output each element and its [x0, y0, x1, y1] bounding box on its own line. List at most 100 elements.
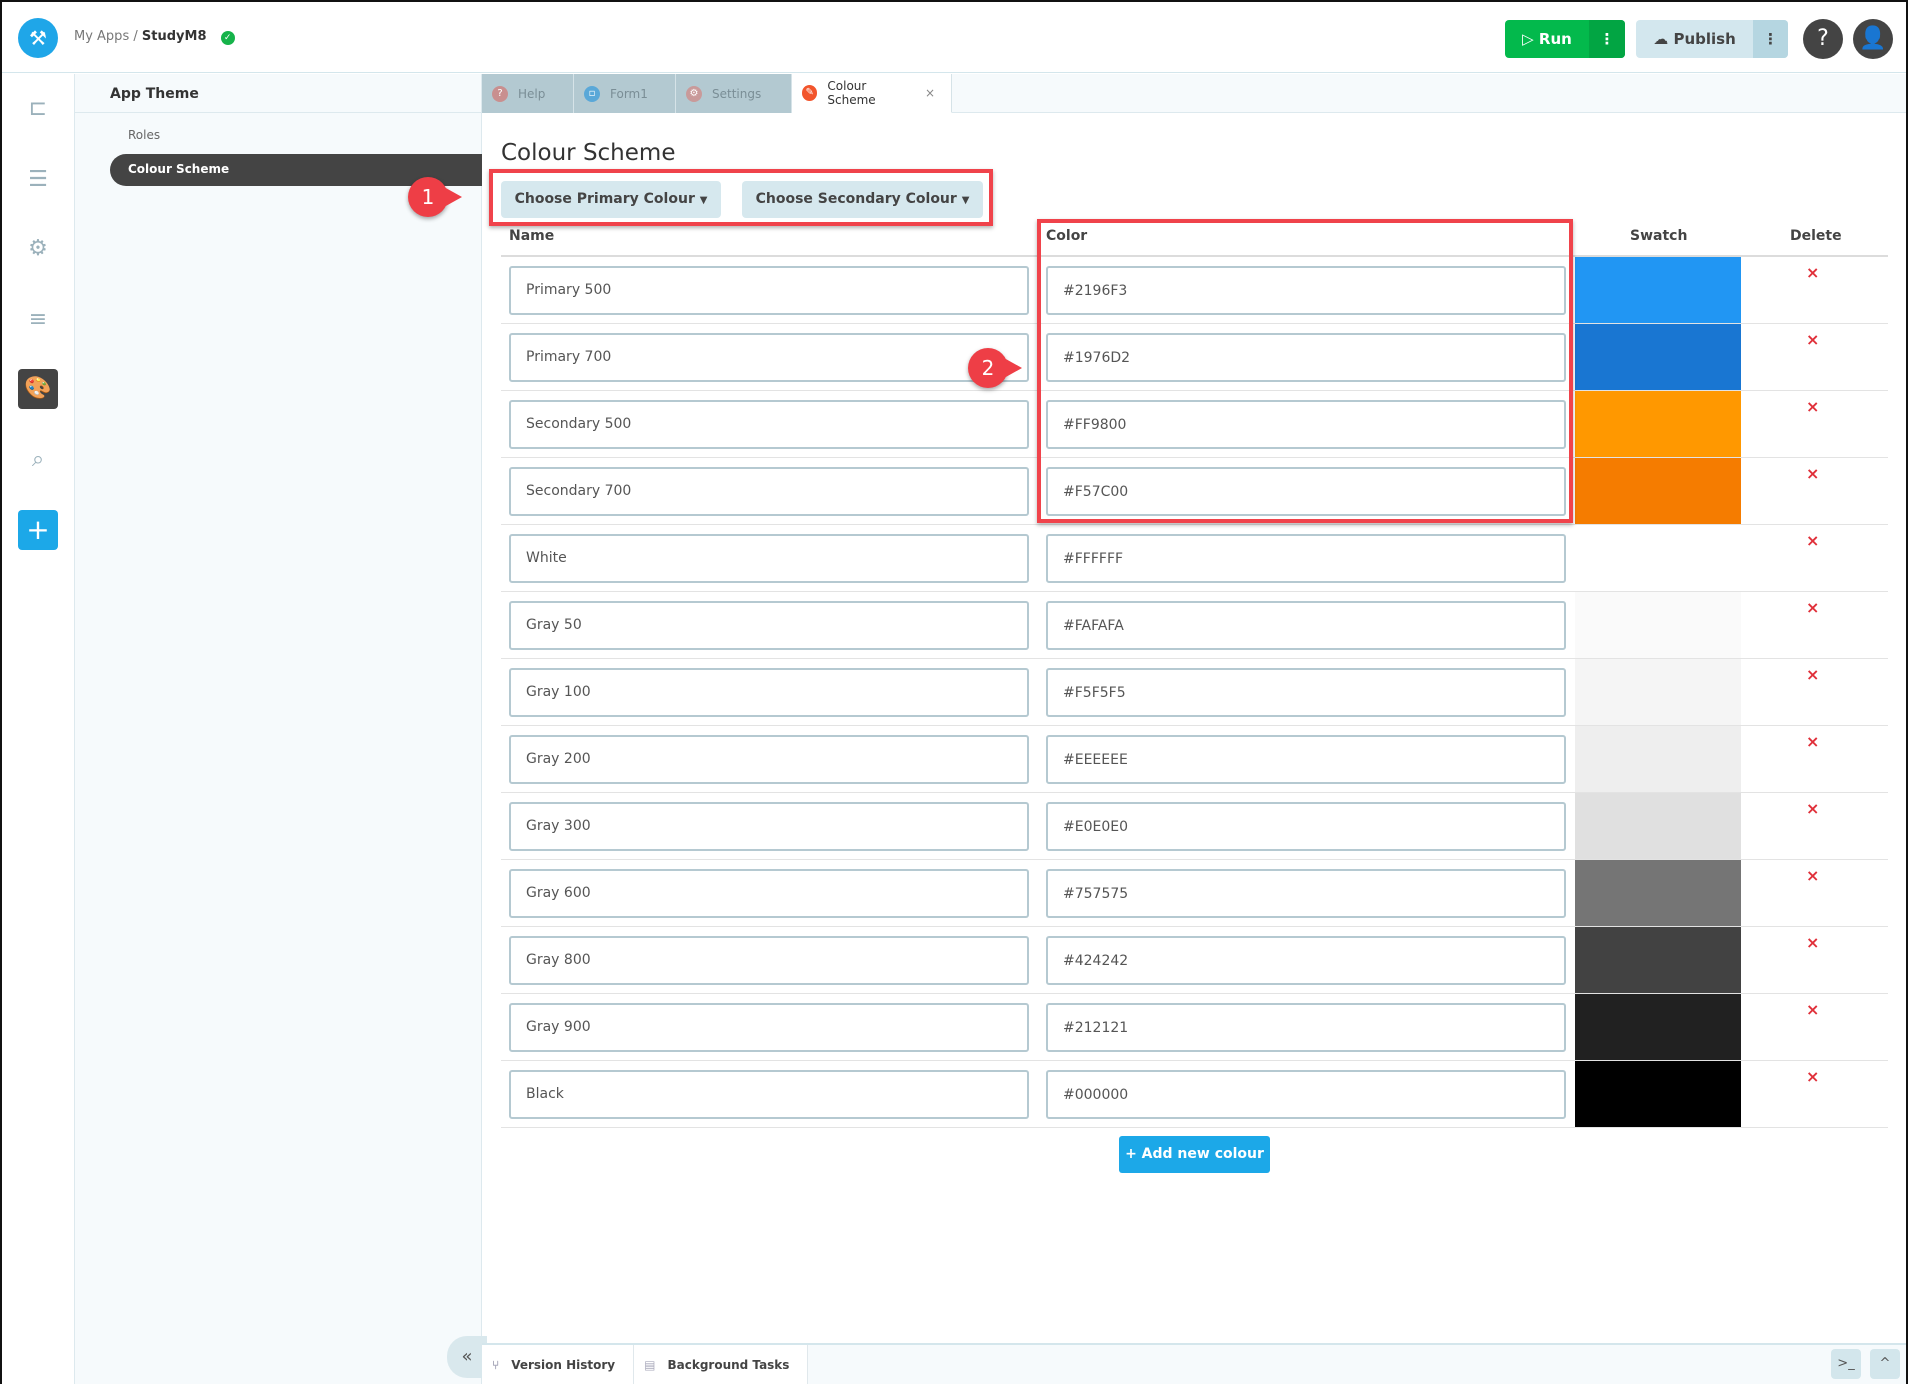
delete-icon[interactable]: ×	[1806, 263, 1819, 282]
tab-bar: ? Help ▫ Form1 ⚙ Settings ✎ Colour Scheme ×	[482, 74, 1906, 113]
colour-swatch	[1575, 726, 1741, 792]
version-history-button[interactable]: ⑂ Version History	[482, 1345, 635, 1384]
colour-name-input[interactable]: Gray 200	[509, 735, 1029, 784]
colour-row: White ×	[501, 525, 1888, 592]
delete-icon[interactable]: ×	[1806, 799, 1819, 818]
palette-icon[interactable]: 🎨	[18, 369, 58, 409]
colour-name-input[interactable]: Gray 800	[509, 936, 1029, 985]
colour-name-input[interactable]: Secondary 700	[509, 467, 1029, 516]
tab-label: Colour Scheme	[827, 79, 876, 107]
delete-icon[interactable]: ×	[1806, 1000, 1819, 1019]
close-tab-icon[interactable]: ×	[925, 86, 935, 100]
column-header-delete: Delete	[1790, 228, 1842, 244]
colour-value-input[interactable]	[1046, 534, 1566, 583]
colour-name-input[interactable]: White	[509, 534, 1029, 583]
tab-label: Help	[518, 86, 546, 101]
colour-row: Gray 50 ×	[501, 592, 1888, 659]
branch-icon: ⑂	[492, 1357, 500, 1372]
delete-icon[interactable]: ×	[1806, 464, 1819, 483]
tab-form1[interactable]: ▫ Form1	[574, 74, 676, 113]
delete-icon[interactable]: ×	[1806, 933, 1819, 952]
colour-name-input[interactable]: Gray 100	[509, 668, 1029, 717]
delete-icon[interactable]: ×	[1806, 598, 1819, 617]
colour-swatch	[1575, 1061, 1741, 1127]
run-menu-icon[interactable]: ⋮	[1589, 20, 1625, 58]
colour-row: Gray 100 ×	[501, 659, 1888, 726]
colour-value-input[interactable]	[1046, 1003, 1566, 1052]
tab-label: Settings	[712, 86, 762, 101]
background-tasks-button[interactable]: ▤ Background Tasks	[634, 1345, 809, 1384]
breadcrumb-my-apps[interactable]: My Apps	[74, 29, 129, 44]
play-icon: ▷	[1522, 30, 1539, 48]
colour-name-input[interactable]: Gray 900	[509, 1003, 1029, 1052]
help-icon: ?	[492, 85, 508, 102]
add-icon[interactable]: +	[18, 510, 58, 550]
colour-row: Gray 800 ×	[501, 927, 1888, 994]
tab-settings[interactable]: ⚙ Settings	[676, 74, 792, 113]
colour-swatch	[1575, 324, 1741, 390]
run-button[interactable]: ▷ Run ⋮	[1505, 20, 1625, 58]
colour-value-input[interactable]	[1046, 668, 1566, 717]
tab-label: Form1	[610, 86, 648, 101]
publish-label: Publish	[1673, 30, 1736, 48]
chevron-up-icon[interactable]: ^	[1870, 1349, 1900, 1379]
colour-value-input[interactable]	[1046, 1070, 1566, 1119]
tasks-icon: ▤	[644, 1357, 656, 1372]
user-avatar-icon[interactable]: 👤	[1853, 19, 1893, 59]
tab-colour-scheme[interactable]: ✎ Colour Scheme ×	[792, 74, 952, 113]
colour-name-input[interactable]: Gray 600	[509, 869, 1029, 918]
cloud-upload-icon: ☁	[1653, 30, 1674, 48]
colour-name-input[interactable]: Secondary 500	[509, 400, 1029, 449]
sidebar-item-roles[interactable]: Roles	[128, 128, 160, 142]
delete-icon[interactable]: ×	[1806, 732, 1819, 751]
colour-swatch	[1575, 860, 1741, 926]
list-icon[interactable]: ≡	[18, 300, 58, 340]
saved-check-icon: ✓	[220, 31, 235, 45]
form-icon: ▫	[584, 85, 600, 102]
colour-row: Gray 900 ×	[501, 994, 1888, 1061]
search-icon[interactable]: ⌕	[18, 440, 58, 480]
colour-row: Black ×	[501, 1061, 1888, 1128]
colour-name-input[interactable]: Primary 700	[509, 333, 1029, 382]
sidebar: App Theme Roles Colour Scheme	[75, 74, 482, 1384]
colour-name-input[interactable]: Primary 500	[509, 266, 1029, 315]
colour-swatch	[1575, 391, 1741, 457]
colour-value-input[interactable]	[1046, 735, 1566, 784]
pencil-icon: ✎	[802, 85, 818, 101]
publish-menu-icon[interactable]: ⋮	[1753, 20, 1788, 58]
delete-icon[interactable]: ×	[1806, 397, 1819, 416]
settings-gear-icon[interactable]: ⚙	[18, 229, 58, 269]
colour-name-input[interactable]: Gray 300	[509, 802, 1029, 851]
app-name: StudyM8	[141, 29, 207, 44]
add-new-colour-button[interactable]: + Add new colour	[1119, 1136, 1270, 1173]
anvil-logo-icon[interactable]: ⚒	[18, 18, 58, 58]
colour-value-input[interactable]	[1046, 802, 1566, 851]
colour-name-input[interactable]: Gray 50	[509, 601, 1029, 650]
tab-help[interactable]: ? Help	[482, 74, 574, 113]
column-header-name: Name	[509, 228, 555, 244]
footer-label: Version History	[511, 1357, 616, 1372]
delete-icon[interactable]: ×	[1806, 866, 1819, 885]
delete-icon[interactable]: ×	[1806, 330, 1819, 349]
annotation-box-2	[1037, 219, 1573, 523]
colour-value-input[interactable]	[1046, 601, 1566, 650]
database-icon[interactable]: ☰	[18, 160, 58, 200]
collapse-sidebar-icon[interactable]: «	[447, 1336, 487, 1378]
colour-swatch	[1575, 458, 1741, 524]
callout-2: 2	[968, 348, 1022, 388]
delete-icon[interactable]: ×	[1806, 665, 1819, 684]
icon-rail: ⊏ ☰ ⚙ ≡ 🎨 ⌕ +	[2, 74, 75, 1384]
colour-swatch	[1575, 927, 1741, 993]
colour-swatch	[1575, 525, 1741, 591]
column-header-swatch: Swatch	[1630, 228, 1688, 244]
app-tree-icon[interactable]: ⊏	[18, 89, 58, 129]
colour-value-input[interactable]	[1046, 869, 1566, 918]
help-icon[interactable]: ?	[1803, 19, 1843, 59]
delete-icon[interactable]: ×	[1806, 1067, 1819, 1086]
colour-name-input[interactable]: Black	[509, 1070, 1029, 1119]
publish-button[interactable]: ☁ Publish ⋮	[1636, 20, 1788, 58]
delete-icon[interactable]: ×	[1806, 531, 1819, 550]
terminal-icon[interactable]: >_	[1831, 1349, 1861, 1379]
colour-value-input[interactable]	[1046, 936, 1566, 985]
colour-row: Gray 200 ×	[501, 726, 1888, 793]
